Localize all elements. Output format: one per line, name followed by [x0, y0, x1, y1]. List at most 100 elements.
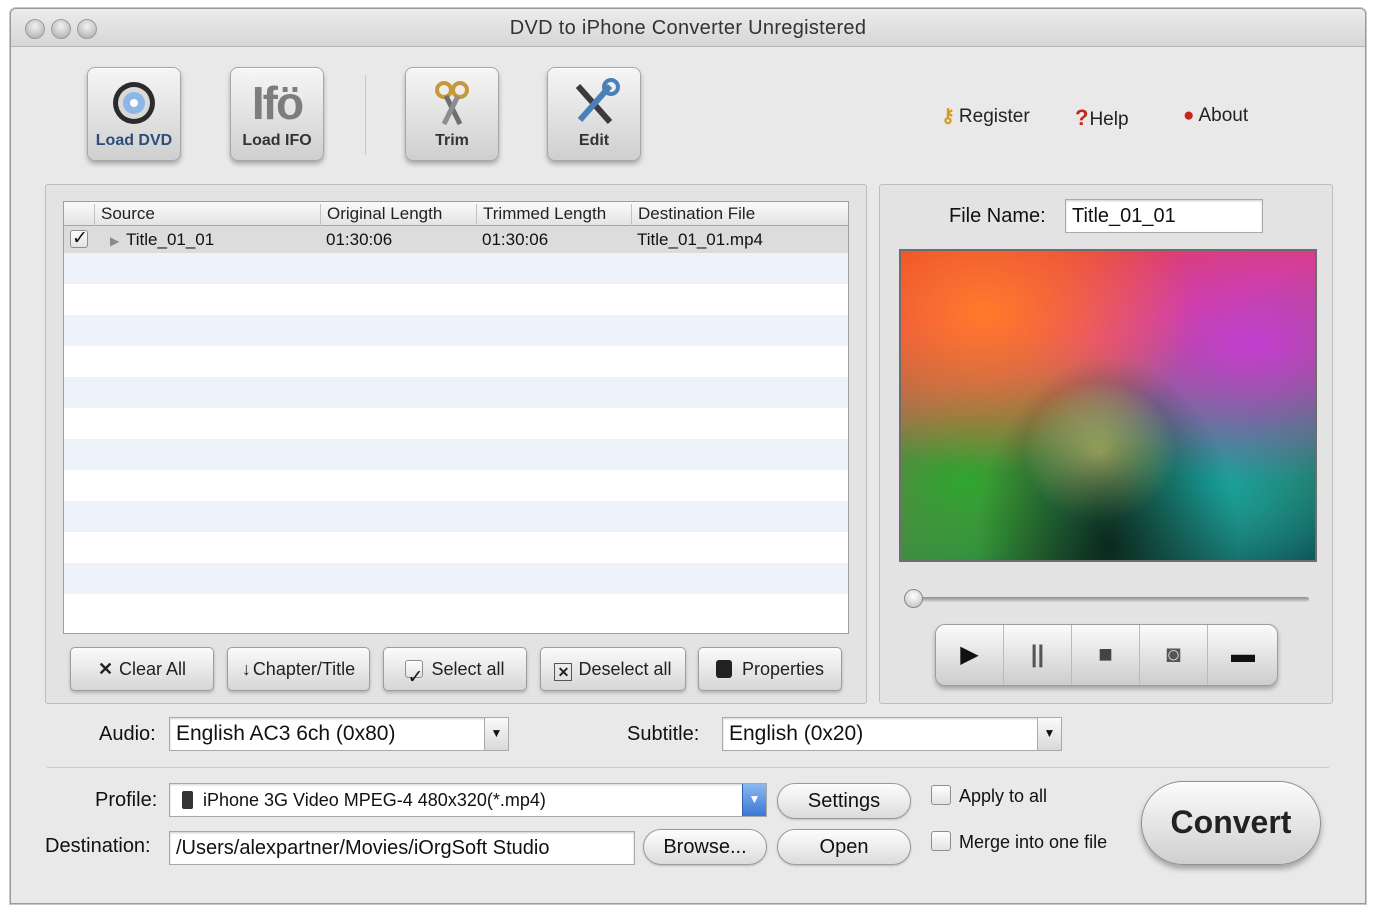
- audio-value: English AC3 6ch (0x80): [176, 722, 396, 745]
- empty-row: [64, 563, 848, 594]
- properties-label: Properties: [741, 659, 825, 679]
- empty-row: [64, 532, 848, 563]
- empty-row: [64, 470, 848, 501]
- subtitle-value: English (0x20): [729, 722, 864, 745]
- empty-row: [64, 346, 848, 377]
- file-table: Source Original Length Trimmed Length De…: [63, 201, 849, 634]
- empty-row: [64, 315, 848, 346]
- audio-select[interactable]: English AC3 6ch (0x80) ▼: [169, 717, 509, 751]
- open-button[interactable]: Open: [777, 829, 911, 865]
- tools-icon: [548, 78, 640, 128]
- crossed-box-icon: ✕: [554, 663, 573, 681]
- properties-icon: [715, 660, 732, 678]
- empty-row: [64, 377, 848, 408]
- audio-label: Audio:: [99, 723, 156, 745]
- register-label: Register: [958, 106, 1030, 127]
- header-trimmed-length[interactable]: Trimmed Length: [476, 204, 631, 226]
- camera-snapshot-icon[interactable]: ◙: [1140, 625, 1208, 685]
- apply-to-all-checkbox[interactable]: [931, 785, 951, 805]
- apply-to-all-label: Apply to all: [959, 786, 1048, 806]
- window-title: DVD to iPhone Converter Unregistered: [509, 17, 867, 39]
- scissors-icon: [406, 78, 498, 128]
- file-name-field[interactable]: Title_01_01: [1065, 199, 1263, 233]
- row-original-length: 01:30:06: [326, 230, 393, 249]
- chevron-down-icon: ▼: [1037, 718, 1061, 750]
- convert-button[interactable]: Convert: [1141, 781, 1321, 865]
- app-window: DVD to iPhone Converter Unregistered Loa…: [10, 8, 1366, 904]
- empty-row: [64, 501, 848, 532]
- down-arrow-icon: ↓: [241, 659, 251, 679]
- clear-all-button[interactable]: ✕ Clear All: [70, 647, 214, 691]
- chapter-title-button[interactable]: ↓ Chapter/Title: [227, 647, 370, 691]
- settings-button[interactable]: Settings: [777, 783, 911, 819]
- edit-label: Edit: [578, 132, 610, 149]
- edit-button[interactable]: Edit: [547, 67, 641, 161]
- ifo-icon: Ifö: [231, 78, 323, 128]
- header-original-length[interactable]: Original Length: [320, 204, 476, 226]
- merge-option[interactable]: Merge into one file: [931, 831, 1107, 853]
- empty-row: [64, 439, 848, 470]
- key-icon: ⚷: [941, 106, 955, 127]
- load-dvd-button[interactable]: Load DVD: [87, 67, 181, 161]
- chapter-title-label: Chapter/Title: [252, 659, 356, 679]
- check-icon: [70, 227, 88, 250]
- seek-slider-track[interactable]: [913, 597, 1309, 602]
- trim-button[interactable]: Trim: [405, 67, 499, 161]
- merge-checkbox[interactable]: [931, 831, 951, 851]
- pause-icon[interactable]: ||: [1004, 625, 1072, 685]
- clear-icon: ✕: [97, 659, 114, 679]
- about-person-icon: ●: [1183, 105, 1195, 126]
- load-ifo-label: Load IFO: [242, 132, 312, 149]
- header-source[interactable]: Source: [94, 204, 320, 226]
- deselect-all-button[interactable]: ✕ Deselect all: [540, 647, 686, 691]
- checked-box-icon: [405, 657, 424, 699]
- help-label: Help: [1089, 109, 1129, 130]
- row-source: Title_01_01: [126, 230, 215, 249]
- browse-button[interactable]: Browse...: [643, 829, 767, 865]
- register-link[interactable]: ⚷ Register: [941, 105, 1030, 128]
- empty-row: [64, 594, 848, 625]
- destination-field[interactable]: /Users/alexpartner/Movies/iOrgSoft Studi…: [169, 831, 635, 865]
- load-ifo-button[interactable]: Ifö Load IFO: [230, 67, 324, 161]
- apply-to-all-option[interactable]: Apply to all: [931, 785, 1047, 807]
- play-icon[interactable]: ▶: [936, 625, 1004, 685]
- help-link[interactable]: ?Help: [1075, 105, 1129, 131]
- merge-label: Merge into one file: [959, 832, 1108, 852]
- stop-icon[interactable]: ■: [1072, 625, 1140, 685]
- clear-all-label: Clear All: [119, 659, 187, 679]
- header-destination-file[interactable]: Destination File: [631, 204, 848, 226]
- profile-select[interactable]: iPhone 3G Video MPEG-4 480x320(*.mp4) ▼: [169, 783, 767, 817]
- chevron-down-icon: ▼: [742, 784, 766, 816]
- folder-icon[interactable]: ▬: [1208, 625, 1278, 685]
- profile-value: iPhone 3G Video MPEG-4 480x320(*.mp4): [203, 790, 546, 810]
- subtitle-label: Subtitle:: [627, 723, 700, 745]
- seek-slider-knob[interactable]: [904, 589, 923, 608]
- empty-row: [64, 253, 848, 284]
- disclosure-triangle-icon[interactable]: ▶: [110, 230, 119, 250]
- select-all-button[interactable]: Select all: [383, 647, 527, 699]
- ifo-glyph: Ifö: [251, 77, 304, 129]
- row-trimmed-length: 01:30:06: [482, 230, 549, 249]
- about-label: About: [1198, 105, 1249, 126]
- table-row[interactable]: ▶ Title_01_01 01:30:06 01:30:06 Title_01…: [64, 226, 848, 253]
- profile-label: Profile:: [95, 789, 158, 811]
- properties-button[interactable]: Properties: [698, 647, 842, 691]
- chevron-down-icon: ▼: [484, 718, 508, 750]
- playback-controls: ▶ || ■ ◙ ▬: [935, 624, 1278, 686]
- subtitle-select[interactable]: English (0x20) ▼: [722, 717, 1062, 751]
- empty-row: [64, 284, 848, 315]
- trim-label: Trim: [435, 132, 469, 149]
- select-all-label: Select all: [431, 659, 505, 679]
- help-icon: ?: [1075, 105, 1089, 130]
- title-bar: DVD to iPhone Converter Unregistered: [11, 9, 1365, 47]
- header-check: [64, 204, 94, 226]
- section-divider: [47, 767, 1329, 769]
- toolbar-separator: [365, 75, 367, 155]
- empty-row: [64, 408, 848, 439]
- video-preview: [899, 249, 1317, 562]
- row-destination-file: Title_01_01.mp4: [637, 230, 764, 249]
- about-link[interactable]: ● About: [1183, 105, 1248, 127]
- deselect-all-label: Deselect all: [578, 659, 672, 679]
- row-checkbox[interactable]: [70, 227, 88, 253]
- file-name-label: File Name:: [949, 205, 1046, 227]
